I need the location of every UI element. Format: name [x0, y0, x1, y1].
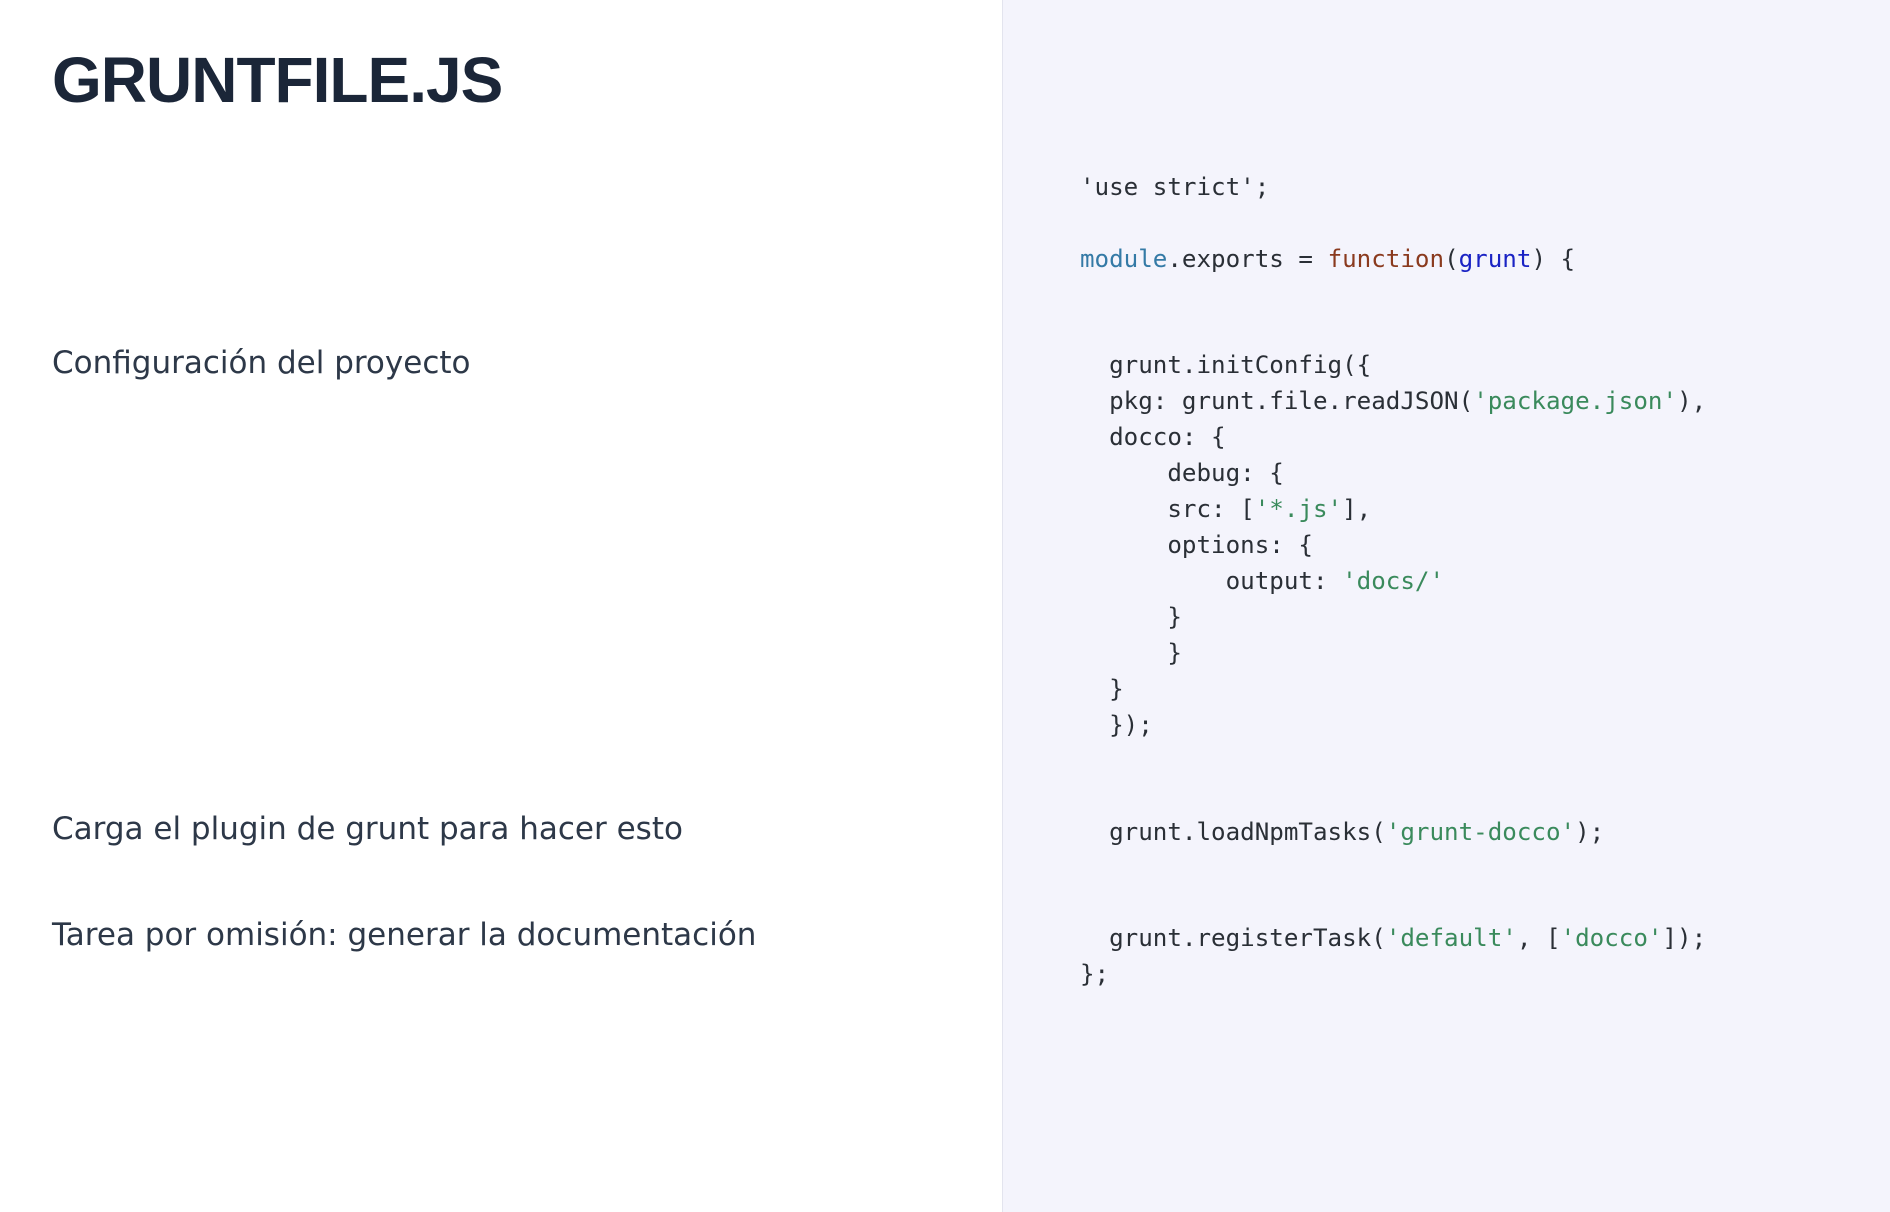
code-token: grunt.loadNpmTasks(	[1080, 818, 1386, 846]
code-token: 'grunt-docco'	[1385, 818, 1576, 846]
code-token: '*.js'	[1254, 495, 1343, 523]
code-token: , [	[1516, 924, 1561, 952]
code-token: 'default'	[1385, 924, 1517, 952]
code-block: grunt.loadNpmTasks('grunt-docco');	[1080, 814, 1604, 850]
page-title: GRUNTFILE.JS	[52, 44, 503, 116]
code-token: docco: {	[1080, 423, 1226, 451]
code-token: .exports =	[1167, 245, 1328, 273]
code-token: 'use strict';	[1080, 173, 1270, 201]
code-token: debug: {	[1080, 459, 1284, 487]
code-token: 'package.json'	[1473, 387, 1678, 415]
code-token: ),	[1677, 387, 1707, 415]
code-block: grunt.registerTask('default', ['docco'])…	[1080, 920, 1706, 992]
comment-load-plugin: Carga el plugin de grunt para hacer esto	[52, 811, 683, 847]
comment-project-config: Configuración del proyecto	[52, 345, 471, 381]
code-token: pkg: grunt.file.readJSON(	[1080, 387, 1474, 415]
code-token: options: {	[1080, 531, 1313, 559]
code-token: output:	[1080, 567, 1343, 595]
code-token: }	[1080, 639, 1182, 667]
code-token: function	[1327, 245, 1445, 273]
code-token: }	[1080, 603, 1182, 631]
code-token: grunt.registerTask(	[1080, 924, 1386, 952]
code-token: (	[1444, 245, 1459, 273]
comment-default-task: Tarea por omisión: generar la documentac…	[52, 917, 757, 953]
annotations-pane: GRUNTFILE.JS Configuración del proyecto …	[0, 0, 1002, 1212]
code-token: module	[1080, 245, 1168, 273]
code-token: src: [	[1080, 495, 1255, 523]
docco-page: GRUNTFILE.JS Configuración del proyecto …	[0, 0, 1890, 1212]
code-token: ) {	[1531, 245, 1576, 273]
code-token: ],	[1342, 495, 1372, 523]
code-block: 'use strict'; module.exports = function(…	[1080, 169, 1575, 277]
code-token: 'docco'	[1560, 924, 1663, 952]
code-token: });	[1080, 711, 1153, 739]
code-token: 'docs/'	[1342, 567, 1445, 595]
code-token: ]);	[1662, 924, 1707, 952]
code-token: };	[1080, 960, 1110, 988]
code-token: );	[1575, 818, 1605, 846]
code-token: grunt	[1458, 245, 1532, 273]
code-token: grunt.initConfig({	[1080, 351, 1372, 379]
code-block: grunt.initConfig({ pkg: grunt.file.readJ…	[1080, 347, 1706, 743]
code-token: }	[1080, 675, 1124, 703]
